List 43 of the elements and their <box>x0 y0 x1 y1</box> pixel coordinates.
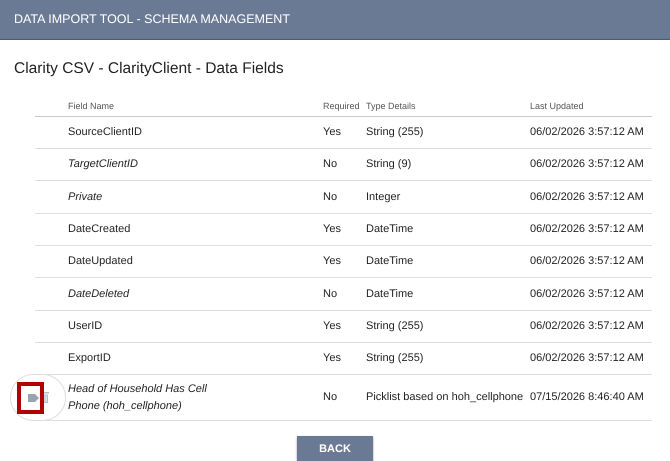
page-title: Clarity CSV - ClarityClient - Data Fields <box>14 59 285 79</box>
last-updated: 06/02/2026 3:57:12 AM <box>530 126 644 138</box>
column-header: Last Updated <box>530 101 584 112</box>
type-details: DateTime <box>366 255 414 268</box>
last-updated: 06/02/2026 3:57:12 AM <box>530 190 644 203</box>
field-name: DateDeleted <box>68 288 130 300</box>
type-details: String (255) <box>366 352 424 364</box>
field-name: DateCreated <box>68 223 130 236</box>
last-updated: 06/02/2026 3:57:12 AM <box>530 223 644 236</box>
field-name: TargetClientID <box>68 158 138 170</box>
required-value: Yes <box>323 352 341 364</box>
column-header: Type Details <box>366 101 416 112</box>
required-value: Yes <box>323 320 341 332</box>
type-details: String (255) <box>366 320 424 332</box>
type-details: DateTime <box>366 223 414 236</box>
back-button[interactable]: BACK <box>297 436 373 461</box>
required-value: Yes <box>323 126 341 138</box>
required-value: No <box>323 158 338 170</box>
required-value: Yes <box>323 223 341 236</box>
required-value: Yes <box>323 255 341 268</box>
field-name: Head of Household Has Cell Phone (hoh_cellphone) <box>68 382 208 414</box>
field-name: ExportID <box>68 352 111 364</box>
type-details: String (9) <box>366 158 412 170</box>
field-name: Private <box>68 190 102 203</box>
type-details: Picklist based on hoh_cellphone <box>366 391 524 404</box>
field-name: UserID <box>68 320 102 332</box>
column-header: Field Name <box>68 101 114 112</box>
column-header: Required <box>323 101 360 112</box>
type-details: Integer <box>366 190 400 203</box>
required-value: No <box>323 190 338 203</box>
required-value: No <box>323 288 338 300</box>
required-value: No <box>323 391 338 404</box>
type-details: String (255) <box>366 126 424 138</box>
last-updated: 06/02/2026 3:57:12 AM <box>530 352 644 364</box>
app-title: DATA IMPORT TOOL - SCHEMA MANAGEMENT <box>14 11 290 28</box>
type-details: DateTime <box>366 288 414 300</box>
last-updated: 06/02/2026 3:57:12 AM <box>530 320 644 332</box>
last-updated: 06/02/2026 3:57:12 AM <box>530 255 644 268</box>
last-updated: 07/15/2026 8:46:40 AM <box>530 391 644 404</box>
last-updated: 06/02/2026 3:57:12 AM <box>530 288 644 300</box>
field-name: SourceClientID <box>68 126 142 138</box>
field-name: DateUpdated <box>68 255 133 268</box>
last-updated: 06/02/2026 3:57:12 AM <box>530 158 644 170</box>
